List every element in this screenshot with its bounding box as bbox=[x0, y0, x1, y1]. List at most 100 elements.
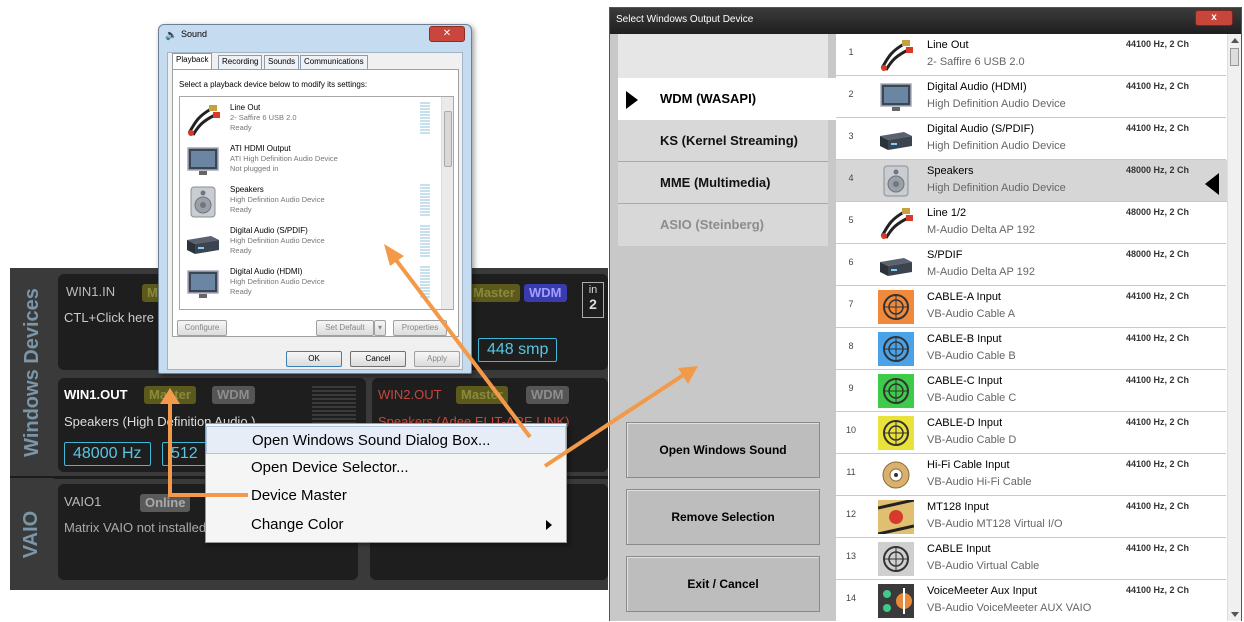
device-row[interactable]: 10 CABLE-D Input VB-Audio Cable D 44100 Hz,… bbox=[836, 412, 1226, 454]
sound-close-button[interactable]: ✕ bbox=[429, 26, 465, 42]
row-device-name: CABLE-B Input bbox=[927, 333, 1002, 345]
win2-out-master-tag[interactable]: Master bbox=[456, 386, 508, 404]
speaker-icon bbox=[878, 164, 914, 198]
device-row[interactable]: 2 Digital Audio (HDMI) High Definition Aud… bbox=[836, 76, 1226, 118]
driver-asio: ASIO (Steinberg) bbox=[618, 204, 828, 246]
device-row[interactable]: 11 Hi-Fi Cable Input VB-Audio Hi-Fi Cable 4… bbox=[836, 454, 1226, 496]
row-format: 48000 Hz, 2 Ch bbox=[1126, 165, 1190, 175]
row-device-name: CABLE-C Input bbox=[927, 375, 1003, 387]
device-list-scrollbar[interactable] bbox=[1227, 34, 1241, 621]
driver-ks[interactable]: KS (Kernel Streaming) bbox=[618, 120, 828, 162]
device-name: Speakers bbox=[230, 185, 264, 194]
ok-button[interactable]: OK bbox=[286, 351, 342, 367]
win2-out-wdm-tag[interactable]: WDM bbox=[526, 386, 569, 404]
tab-playback[interactable]: Playback bbox=[172, 53, 213, 69]
win1-out-master-tag[interactable]: Master bbox=[144, 386, 196, 404]
device-row[interactable]: 3 Digital Audio (S/PDIF) High Definition A… bbox=[836, 118, 1226, 160]
win1-out-rate-field[interactable]: 48000 Hz bbox=[64, 442, 151, 466]
win2-in-master-tag[interactable]: Master bbox=[468, 284, 520, 302]
scroll-down-icon[interactable] bbox=[1231, 612, 1239, 617]
playback-scrollbar[interactable] bbox=[441, 97, 453, 309]
row-device-name: Digital Audio (S/PDIF) bbox=[927, 123, 1034, 135]
selected-arrow-icon bbox=[626, 91, 638, 109]
playback-panel: Select a playback device below to modify… bbox=[172, 69, 459, 337]
device-row[interactable]: 9 CABLE-C Input VB-Audio Cable C 44100 Hz, … bbox=[836, 370, 1226, 412]
level-meter bbox=[420, 184, 430, 216]
open-windows-sound-button[interactable]: Open Windows Sound bbox=[626, 422, 820, 478]
row-number: 6 bbox=[848, 257, 854, 267]
tab-communications[interactable]: Communications bbox=[300, 55, 368, 69]
set-default-button[interactable]: Set Default bbox=[316, 320, 374, 336]
win1-out-buffer-field[interactable]: 512 bbox=[162, 442, 207, 466]
device-description: High Definition Audio Device bbox=[230, 236, 325, 245]
win2-in-buffer-field[interactable]: 448 smp bbox=[478, 338, 558, 362]
device-state: Ready bbox=[230, 287, 252, 296]
selector-close-button[interactable]: x bbox=[1195, 10, 1233, 26]
driver-panel-header bbox=[618, 34, 828, 78]
row-device-driver: VB-Audio VoiceMeeter AUX VAIO bbox=[927, 602, 1092, 614]
scroll-up-icon[interactable] bbox=[1231, 38, 1239, 43]
exit-cancel-button[interactable]: Exit / Cancel bbox=[626, 556, 820, 612]
row-format: 44100 Hz, 2 Ch bbox=[1126, 417, 1190, 427]
spdif-icon bbox=[878, 122, 914, 156]
device-row[interactable]: 8 CABLE-B Input VB-Audio Cable B 44100 Hz, … bbox=[836, 328, 1226, 370]
vaio1-title: VAIO1 bbox=[64, 494, 102, 509]
playback-instruction: Select a playback device below to modify… bbox=[179, 80, 368, 89]
device-row[interactable]: 5 Line 1/2 M-Audio Delta AP 192 48000 Hz, 2… bbox=[836, 202, 1226, 244]
properties-button[interactable]: Properties bbox=[393, 320, 447, 336]
driver-wdm[interactable]: WDM (WASAPI) bbox=[618, 78, 836, 120]
win1-out-wdm-tag[interactable]: WDM bbox=[212, 386, 255, 404]
menu-item-open-device-selector[interactable]: Open Device Selector... bbox=[206, 454, 566, 482]
scrollbar-thumb[interactable] bbox=[444, 111, 452, 167]
sound-titlebar[interactable]: 🔈 Sound ✕ bbox=[159, 25, 471, 47]
set-default-dropdown[interactable]: ▾ bbox=[374, 320, 386, 336]
device-row[interactable]: 4 Speakers High Definition Audio Device 480… bbox=[836, 160, 1241, 202]
playback-device-item[interactable]: Digital Audio (S/PDIF) High Definition Au… bbox=[180, 222, 438, 262]
menu-item-open-sound-dialog[interactable]: Open Windows Sound Dialog Box... bbox=[206, 426, 566, 454]
cancel-button[interactable]: Cancel bbox=[350, 351, 406, 367]
playback-device-item[interactable]: Digital Audio (HDMI) High Definition Audi… bbox=[180, 263, 438, 303]
selector-titlebar[interactable]: Select Windows Output Device x bbox=[610, 8, 1241, 34]
device-row[interactable]: 1 Line Out 2- Saffire 6 USB 2.0 44100 Hz, 2… bbox=[836, 34, 1226, 76]
monitor-icon bbox=[185, 267, 221, 299]
device-row[interactable]: 12 MT128 Input VB-Audio MT128 Virtual I/O 4… bbox=[836, 496, 1226, 538]
device-state: Not plugged in bbox=[230, 164, 279, 173]
vaio1-online-tag[interactable]: Online bbox=[140, 494, 191, 512]
device-name: Line Out bbox=[230, 103, 261, 112]
row-format: 48000 Hz, 2 Ch bbox=[1126, 249, 1190, 259]
row-number: 3 bbox=[848, 131, 854, 141]
apply-button[interactable]: Apply bbox=[414, 351, 460, 367]
playback-device-item[interactable]: ATI HDMI Output ATI High Definition Audio… bbox=[180, 140, 438, 180]
scrollbar-thumb[interactable] bbox=[1230, 48, 1239, 66]
windows-devices-side-label: Windows Devices bbox=[10, 268, 54, 476]
selector-title: Select Windows Output Device bbox=[616, 14, 754, 25]
rca-icon bbox=[878, 458, 914, 492]
win2-in-wdm-tag[interactable]: WDM bbox=[524, 284, 567, 302]
tab-recording[interactable]: Recording bbox=[218, 55, 263, 69]
level-meter bbox=[420, 225, 430, 257]
row-format: 44100 Hz, 2 Ch bbox=[1126, 333, 1190, 343]
menu-item-change-color[interactable]: Change Color bbox=[206, 511, 566, 539]
menu-item-device-master[interactable]: Device Master bbox=[206, 482, 566, 510]
cable-icon bbox=[878, 38, 914, 72]
row-device-driver: VB-Audio Cable B bbox=[927, 350, 1016, 362]
driver-mme[interactable]: MME (Multimedia) bbox=[618, 162, 828, 204]
row-device-driver: M-Audio Delta AP 192 bbox=[927, 266, 1036, 278]
cable-icon bbox=[185, 103, 221, 136]
row-device-driver: VB-Audio Cable C bbox=[927, 392, 1017, 404]
configure-button[interactable]: Configure bbox=[177, 320, 227, 336]
device-row[interactable]: 6 S/PDIF M-Audio Delta AP 192 48000 Hz, 2 C… bbox=[836, 244, 1226, 286]
vaio1-status: Matrix VAIO not installed bbox=[64, 520, 207, 535]
device-row[interactable]: 13 CABLE Input VB-Audio Virtual Cable 44100… bbox=[836, 538, 1226, 580]
device-name: Digital Audio (S/PDIF) bbox=[230, 226, 308, 235]
tab-sounds[interactable]: Sounds bbox=[264, 55, 300, 69]
playback-device-item[interactable]: Speakers High Definition Audio Device Read… bbox=[180, 181, 438, 221]
win1-out-title: WIN1.OUT bbox=[64, 387, 128, 402]
spdif-icon bbox=[878, 248, 914, 282]
speaker-icon: 🔈 bbox=[165, 30, 178, 41]
remove-selection-button[interactable]: Remove Selection bbox=[626, 489, 820, 545]
device-row[interactable]: 7 CABLE-A Input VB-Audio Cable A 44100 Hz, … bbox=[836, 286, 1226, 328]
submenu-arrow-icon bbox=[546, 520, 552, 530]
device-row[interactable]: 14 VoiceMeeter Aux Input VB-Audio VoiceMee… bbox=[836, 580, 1226, 621]
playback-device-item[interactable]: Line Out 2- Saffire 6 USB 2.0 Ready bbox=[180, 99, 438, 139]
